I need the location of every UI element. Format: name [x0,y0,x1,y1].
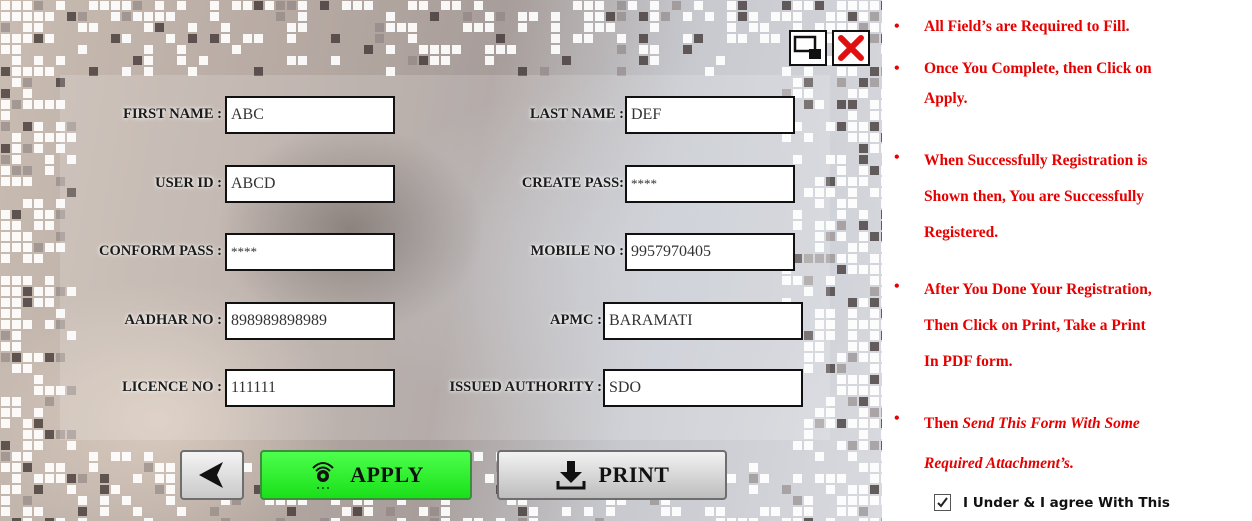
agree-label: I Under & I agree With This [963,494,1170,511]
aadhar-no-input[interactable] [225,302,395,340]
instruction-item: • When Successfully Registration is Show… [894,149,1148,241]
issued-authority-input[interactable] [603,369,803,407]
close-button[interactable] [832,30,870,66]
issued-authority-label: ISSUED AUTHORITY : [449,379,602,395]
instruction-line: All Field’s are Required to Fill. [924,18,1130,35]
checkmark-icon [937,497,948,508]
apply-label: APPLY [350,462,424,487]
instruction-item: • After You Done Your Registration, Then… [894,278,1152,370]
mobile-no-label: MOBILE NO : [530,243,624,259]
instruction-line-italic: Send This Form With Some [962,415,1140,432]
fingerprint-icon: • • • [312,462,334,492]
create-pass-label: CREATE PASS: [521,175,624,191]
aadhar-no-label: AADHAR NO : [124,312,222,328]
conform-pass-label: CONFORM PASS : [99,243,222,259]
instruction-line: In PDF form. [924,353,1013,370]
conform-pass-input[interactable] [225,233,395,271]
user-id-input[interactable] [225,165,395,203]
minimize-icon [793,35,821,59]
create-pass-input[interactable] [625,165,795,203]
registration-form-panel: FIRST NAME : LAST NAME : USER ID : CREAT… [0,0,882,521]
download-icon [556,461,586,490]
minimize-button[interactable] [789,30,827,66]
instruction-line: Then Click on Print, Take a Print [924,317,1146,334]
agree-checkbox[interactable] [934,494,951,511]
licence-no-input[interactable] [225,369,395,407]
agree-row[interactable]: I Under & I agree With This [934,494,1170,511]
instruction-line: When Successfully Registration is [924,152,1148,169]
instruction-line: Registered. [924,224,999,241]
mobile-no-input[interactable] [625,233,795,271]
instruction-item: • Then Send This Form With Some Required… [894,410,1140,472]
instruction-item: • Once You Complete, then Click on Apply… [894,60,1152,107]
instruction-line: Apply. [924,90,968,107]
apply-button[interactable]: • • • APPLY [260,450,472,500]
apmc-label: APMC : [550,312,602,328]
print-button[interactable]: PRINT [497,450,727,500]
last-name-label: LAST NAME : [530,106,624,122]
first-name-input[interactable] [225,96,395,134]
user-id-label: USER ID : [155,175,222,191]
instruction-line-italic: Required Attachment’s. [924,455,1074,472]
print-label: PRINT [598,462,670,487]
instruction-item: • All Field’s are Required to Fill. [894,18,1130,35]
instruction-line: After You Done Your Registration, [924,281,1152,298]
last-name-input[interactable] [625,96,795,134]
close-icon [838,35,864,61]
instruction-line: Then [924,415,963,432]
svg-text:• • •: • • • [317,486,330,492]
instruction-line: Once You Complete, then Click on [924,60,1152,77]
first-name-label: FIRST NAME : [123,106,222,122]
apmc-input[interactable] [603,302,803,340]
instructions-panel: • All Field’s are Required to Fill. • On… [884,0,1252,521]
back-button[interactable] [180,450,244,500]
left-arrow-icon [199,462,223,488]
instruction-line: Shown then, You are Successfully [924,188,1145,205]
licence-no-label: LICENCE NO : [122,379,222,395]
